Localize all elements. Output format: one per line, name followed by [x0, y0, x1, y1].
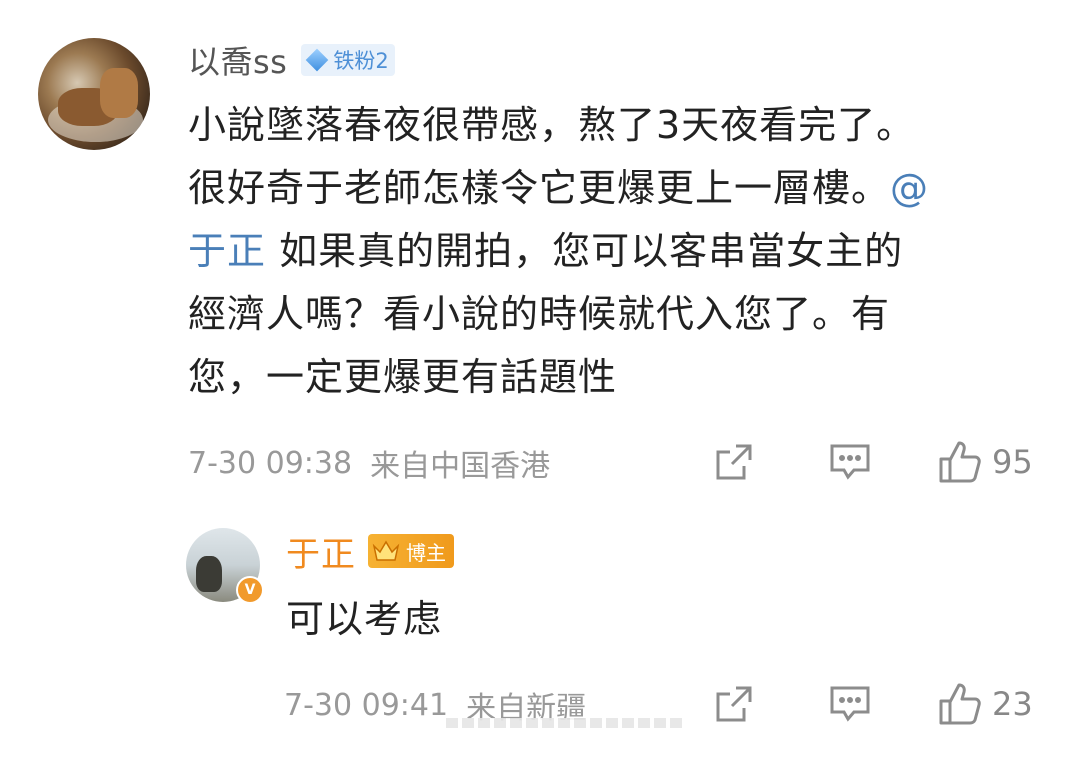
avatar-figure	[196, 556, 222, 592]
verified-badge-icon: V	[236, 576, 264, 604]
share-icon	[710, 680, 758, 728]
reply-comment-button[interactable]	[826, 680, 874, 728]
comment-body: 小說墜落春夜很帶感，熬了3天夜看完了。 很好奇于老師怎樣令它更爆更上一層樓。@ …	[188, 94, 1048, 409]
comment-header: 以喬ss 铁粉2	[188, 38, 395, 82]
crown-icon	[372, 540, 400, 561]
share-icon	[710, 438, 758, 486]
comment-icon	[826, 438, 874, 486]
fan-badge[interactable]: 铁粉2	[301, 44, 395, 76]
comment-line: 經濟人嗎？看小說的時候就代入您了。有	[188, 292, 891, 336]
avatar[interactable]	[38, 38, 150, 150]
comment-line: 小說墜落春夜很帶感，熬了3天夜看完了。	[188, 103, 916, 147]
thumbs-up-icon	[936, 438, 984, 486]
like-button[interactable]: 95	[936, 438, 1033, 486]
diamond-icon	[306, 48, 329, 72]
mention-at[interactable]: @	[890, 166, 929, 210]
reply-like-button[interactable]: 23	[936, 680, 1033, 728]
thumbs-up-icon	[936, 680, 984, 728]
reply-username[interactable]: 于正	[286, 527, 356, 576]
comment-username[interactable]: 以喬ss	[188, 37, 287, 83]
comment-line-text: 如果真的開拍，您可以客串當女主的	[279, 229, 904, 273]
reply-share-button[interactable]	[710, 680, 758, 728]
comment-location: 来自中国香港	[370, 449, 551, 484]
like-count: 95	[992, 443, 1033, 481]
reply-time: 7-30 09:41	[284, 687, 449, 723]
reply-like-count: 23	[992, 685, 1033, 723]
reply-body: 可以考虑	[286, 597, 443, 641]
comment-time: 7-30 09:38	[188, 445, 353, 481]
reply-avatar[interactable]: V	[186, 528, 264, 604]
comment-line: 您，一定更爆更有話題性	[188, 355, 618, 399]
avatar-food	[100, 68, 138, 118]
comment-meta: 7-30 09:38 来自中国香港	[188, 440, 550, 486]
comment-thread: 以喬ss 铁粉2 小說墜落春夜很帶感，熬了3天夜看完了。 很好奇于老師怎樣令它更…	[0, 0, 1080, 760]
blogger-badge-label: 博主	[406, 540, 446, 565]
fan-badge-label: 铁粉2	[333, 49, 389, 73]
share-button[interactable]	[710, 438, 758, 486]
comment-button[interactable]	[826, 438, 874, 486]
mention-link[interactable]: 于正	[188, 229, 266, 273]
reply-header: 于正 博主	[286, 527, 454, 576]
blogger-badge: 博主	[368, 534, 454, 568]
comment-icon	[826, 680, 874, 728]
comment-line-text: 很好奇于老師怎樣令它更爆更上一層樓。	[188, 166, 891, 210]
comment-line: 于正 如果真的開拍，您可以客串當女主的	[188, 220, 1048, 283]
comment-line: 很好奇于老師怎樣令它更爆更上一層樓。@	[188, 157, 1048, 220]
watermark-overlay	[446, 718, 682, 728]
